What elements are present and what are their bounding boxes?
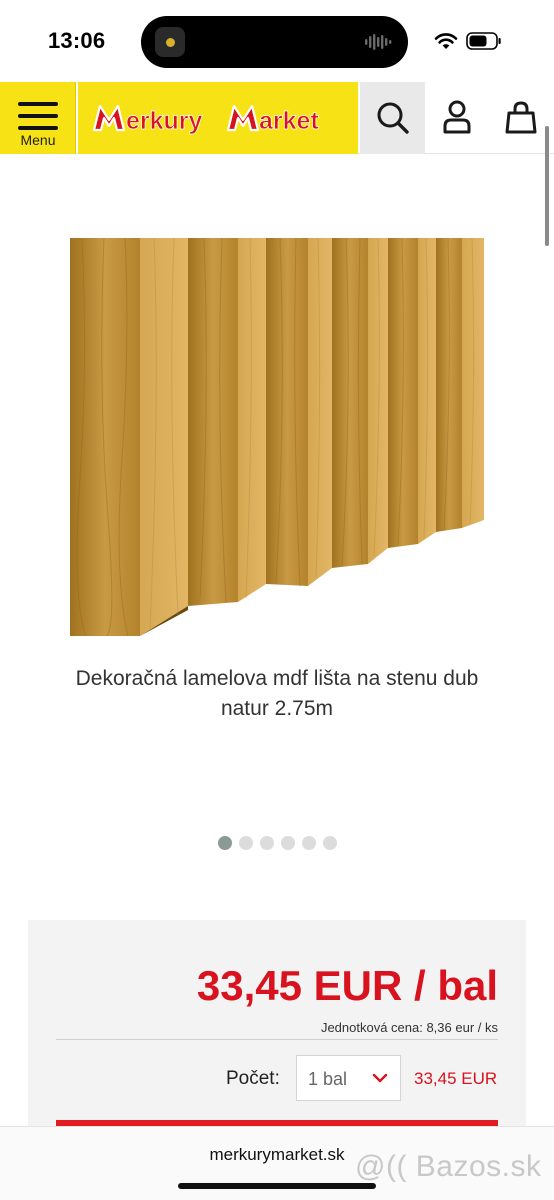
carousel-dot-4[interactable] (280, 835, 295, 850)
bag-icon (505, 101, 537, 134)
carousel-dot-3[interactable] (259, 835, 274, 850)
site-header: Menu erkury arket (0, 82, 554, 154)
now-playing-app-icon (155, 27, 185, 57)
image-carousel-dots (0, 834, 554, 850)
menu-button[interactable]: Menu (0, 82, 76, 154)
watermark: @(( Bazos.sk (355, 1150, 542, 1183)
svg-text:arket: arket (259, 107, 319, 135)
status-time: 13:06 (48, 28, 106, 53)
product-title: Dekoračná lamelova mdf lišta na stenu du… (75, 667, 479, 720)
carousel-dot-1[interactable] (217, 835, 232, 850)
merkury-market-logo: erkury arket (92, 104, 320, 135)
quantity-label: Počet: (226, 1068, 280, 1089)
menu-label: Menu (20, 132, 56, 148)
search-button[interactable] (360, 82, 425, 154)
wifi-icon (434, 33, 458, 49)
product-image[interactable] (70, 238, 484, 636)
unit-price: Jednotková cena: 8,36 eur / ks (320, 1020, 498, 1035)
menu-icon (18, 102, 58, 130)
quantity-select[interactable]: 1 bal (296, 1055, 401, 1101)
line-total: 33,45 EUR (414, 1069, 498, 1088)
carousel-dot-6[interactable] (322, 835, 337, 850)
home-indicator[interactable] (178, 1183, 376, 1189)
price-divider (56, 1039, 498, 1040)
carousel-dot-2[interactable] (238, 835, 253, 850)
account-button[interactable] (425, 82, 489, 154)
battery-icon (466, 32, 501, 50)
user-icon (443, 100, 471, 134)
page-scrollbar[interactable] (545, 126, 549, 246)
product-price: 33,45 EUR / bal (196, 962, 498, 1009)
audio-wave-icon (365, 34, 392, 50)
quantity-value: 1 bal (308, 1069, 348, 1089)
site-logo[interactable]: erkury arket (78, 82, 358, 154)
carousel-dot-5[interactable] (301, 835, 316, 850)
dynamic-island (141, 16, 408, 68)
status-bar: 13:06 (0, 0, 554, 82)
search-icon (377, 102, 409, 134)
chevron-down-icon (372, 1073, 388, 1083)
svg-text:erkury: erkury (126, 107, 203, 135)
